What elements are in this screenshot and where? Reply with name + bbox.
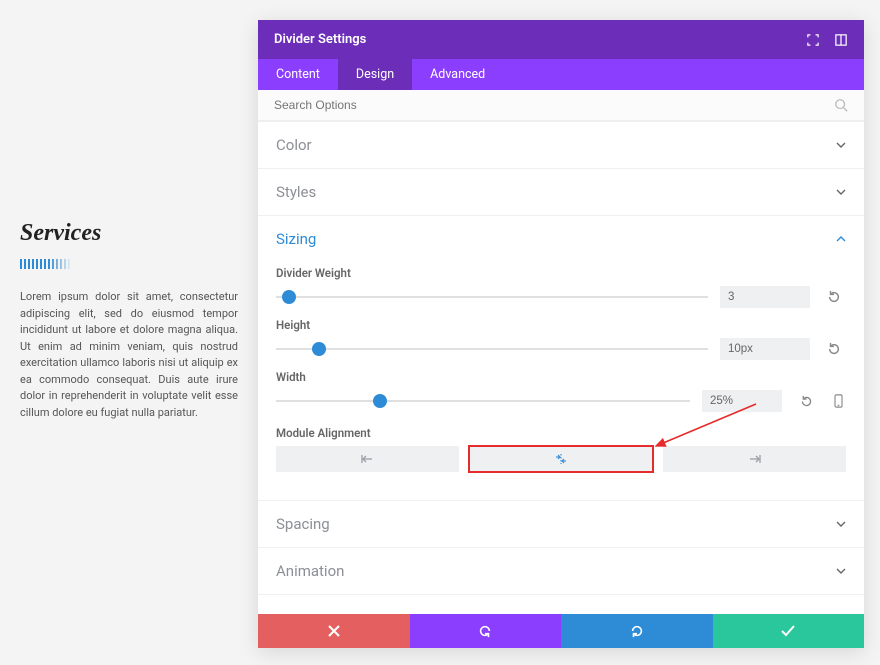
section-sizing[interactable]: Sizing [258, 215, 864, 262]
section-animation[interactable]: Animation [258, 547, 864, 595]
chevron-up-icon [836, 234, 846, 244]
section-spacing-title: Spacing [276, 515, 330, 533]
width-label: Width [276, 370, 846, 384]
height-value-input[interactable] [720, 338, 810, 360]
width-slider-thumb[interactable] [373, 394, 387, 408]
confirm-button[interactable] [713, 614, 865, 648]
weight-label: Divider Weight [276, 266, 846, 280]
weight-value-input[interactable] [720, 286, 810, 308]
chevron-down-icon [836, 140, 846, 150]
preview-divider [20, 259, 72, 269]
width-value-input[interactable] [702, 390, 782, 412]
align-right-button[interactable] [663, 446, 846, 472]
section-color-title: Color [276, 136, 312, 154]
modal-footer [258, 614, 864, 648]
search-input[interactable] [274, 98, 834, 112]
tab-design[interactable]: Design [338, 59, 412, 90]
tab-advanced[interactable]: Advanced [412, 59, 503, 90]
align-center-button[interactable] [469, 446, 652, 472]
section-styles-title: Styles [276, 183, 316, 201]
section-sizing-title: Sizing [276, 230, 316, 248]
settings-modal: Divider Settings Content Design Advanced [258, 20, 864, 648]
snap-icon[interactable] [834, 33, 848, 47]
search-row [258, 90, 864, 121]
preview-heading: Services [20, 220, 238, 247]
chevron-down-icon [836, 566, 846, 576]
height-reset-button[interactable] [822, 342, 846, 356]
weight-slider-thumb[interactable] [282, 290, 296, 304]
search-icon [834, 98, 848, 112]
height-slider[interactable] [276, 342, 708, 356]
align-label: Module Alignment [276, 426, 846, 440]
section-spacing[interactable]: Spacing [258, 500, 864, 547]
height-slider-thumb[interactable] [312, 342, 326, 356]
preview-paragraph: Lorem ipsum dolor sit amet, consectetur … [20, 289, 238, 421]
weight-reset-button[interactable] [822, 290, 846, 304]
modal-titlebar: Divider Settings [258, 20, 864, 59]
section-sizing-body: Divider Weight Height [258, 262, 864, 500]
weight-slider[interactable] [276, 290, 708, 304]
section-styles[interactable]: Styles [258, 168, 864, 215]
cancel-button[interactable] [258, 614, 410, 648]
section-animation-title: Animation [276, 562, 344, 580]
section-color[interactable]: Color [258, 121, 864, 168]
modal-tabs: Content Design Advanced [258, 59, 864, 90]
width-reset-button[interactable] [794, 395, 818, 408]
chevron-down-icon [836, 519, 846, 529]
tab-content[interactable]: Content [258, 59, 338, 90]
align-left-button[interactable] [276, 446, 459, 472]
height-label: Height [276, 318, 846, 332]
page-preview: Services Lorem ipsum dolor sit amet, con… [0, 0, 258, 665]
redo-button[interactable] [561, 614, 713, 648]
chevron-down-icon [836, 187, 846, 197]
modal-scroll: Color Styles Sizing Divider Weight [258, 121, 864, 614]
responsive-icon[interactable] [830, 394, 846, 408]
expand-icon[interactable] [806, 33, 820, 47]
modal-title: Divider Settings [274, 32, 366, 47]
undo-button[interactable] [410, 614, 562, 648]
width-slider[interactable] [276, 394, 690, 408]
